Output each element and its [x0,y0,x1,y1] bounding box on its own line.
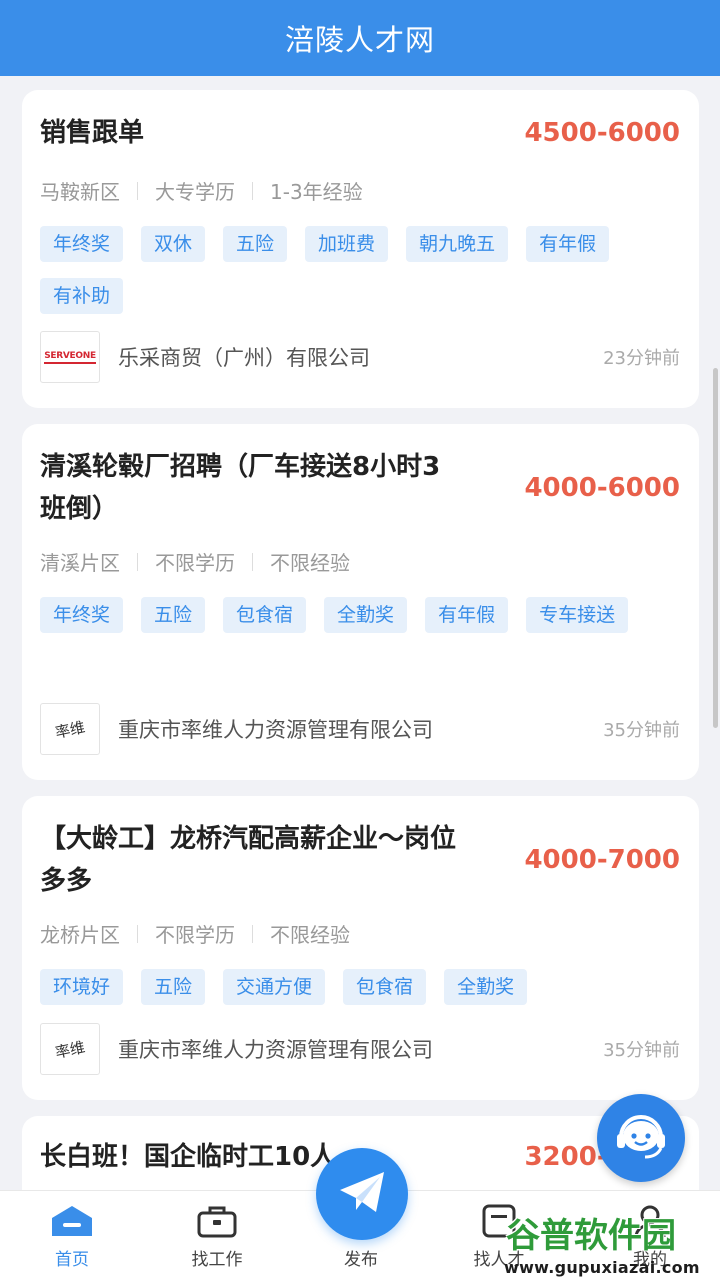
divider [252,552,253,571]
job-tag: 年终奖 [40,226,124,262]
job-tag: 全勤奖 [324,597,408,633]
divider [252,924,253,943]
app-header: 涪陵人才网 [0,0,720,76]
customer-service-button[interactable] [597,1094,685,1182]
company-logo-text: 率维 [53,717,87,742]
publish-button[interactable] [316,1148,408,1240]
company-name[interactable]: 重庆市率维人力资源管理有限公司 [118,1034,603,1064]
job-education: 大专学历 [155,180,235,204]
job-tags: 年终奖 五险 包食宿 全勤奖 有年假 专车接送 [40,597,680,633]
job-card[interactable]: 清溪轮毂厂招聘（厂车接送8小时3班倒） 4000-6000 清溪片区 不限学历 … [22,424,699,780]
job-title[interactable]: 销售跟单 [40,112,460,154]
job-tag: 五险 [141,969,206,1005]
tab-label: 发布 [344,1250,378,1270]
scrollbar[interactable] [713,368,718,728]
job-meta: 马鞍新区 大专学历 1-3年经验 [40,176,363,205]
divider [137,924,138,943]
job-tag: 环境好 [40,969,124,1005]
job-experience: 不限经验 [270,551,350,575]
company-name[interactable]: 乐采商贸（广州）有限公司 [118,342,603,372]
company-row[interactable]: 率维 重庆市率维人力资源管理有限公司 35分钟前 [40,703,680,755]
job-tags: 年终奖 双休 五险 加班费 朝九晚五 有年假 有补助 [40,226,680,314]
divider [252,181,253,200]
job-tag: 加班费 [305,226,389,262]
job-tag: 包食宿 [223,597,307,633]
job-education: 不限学历 [155,923,235,947]
company-logo-text: SERVEONE [44,351,96,364]
tab-home[interactable]: 首页 [22,1191,122,1280]
job-title[interactable]: 清溪轮毂厂招聘（厂车接送8小时3班倒） [40,446,460,530]
job-experience: 不限经验 [270,923,350,947]
watermark: 谷普软件园 www.gupuxiazai.com [500,1202,720,1280]
job-location: 马鞍新区 [40,180,120,204]
job-education: 不限学历 [155,551,235,575]
job-salary: 4500-6000 [524,118,680,148]
job-salary: 4000-6000 [524,473,680,503]
job-tag: 全勤奖 [444,969,528,1005]
job-list[interactable]: 销售跟单 4500-6000 马鞍新区 大专学历 1-3年经验 年终奖 双休 五… [0,90,720,1190]
job-tag: 有补助 [40,278,124,314]
job-card[interactable]: 销售跟单 4500-6000 马鞍新区 大专学历 1-3年经验 年终奖 双休 五… [22,90,699,408]
tab-find-job[interactable]: 找工作 [167,1191,267,1280]
divider [137,181,138,200]
job-tag: 双休 [141,226,206,262]
job-tag: 年终奖 [40,597,124,633]
job-tag: 交通方便 [223,969,326,1005]
company-row[interactable]: 率维 重庆市率维人力资源管理有限公司 35分钟前 [40,1023,680,1075]
tab-label: 首页 [55,1250,89,1270]
job-meta: 龙桥片区 不限学历 不限经验 [40,919,350,948]
company-logo: SERVEONE [40,331,100,383]
post-time: 23分钟前 [603,348,680,369]
job-tag: 包食宿 [343,969,427,1005]
job-tag: 专车接送 [526,597,629,633]
job-location: 清溪片区 [40,551,120,575]
job-card-header: 销售跟单 4500-6000 [40,112,680,154]
watermark-url: www.gupuxiazai.com [504,1258,700,1277]
divider [137,552,138,571]
home-icon [50,1203,94,1239]
watermark-title: 谷普软件园 [506,1216,676,1256]
job-tag: 有年假 [526,226,610,262]
post-time: 35分钟前 [603,720,680,741]
job-location: 龙桥片区 [40,923,120,947]
job-tag: 五险 [141,597,206,633]
job-tag: 朝九晚五 [406,226,509,262]
job-tag: 五险 [223,226,288,262]
company-logo: 率维 [40,1023,100,1075]
post-time: 35分钟前 [603,1040,680,1061]
headset-icon [612,1107,670,1169]
page-title: 涪陵人才网 [284,23,435,57]
job-card-header: 【大龄工】龙桥汽配高薪企业～岗位多多 4000-7000 [40,818,680,902]
job-card[interactable]: 【大龄工】龙桥汽配高薪企业～岗位多多 4000-7000 龙桥片区 不限学历 不… [22,796,699,1100]
company-logo: 率维 [40,703,100,755]
company-logo-text: 率维 [53,1037,87,1062]
tab-label: 找工作 [191,1250,243,1270]
company-name[interactable]: 重庆市率维人力资源管理有限公司 [118,714,603,744]
job-title[interactable]: 【大龄工】龙桥汽配高薪企业～岗位多多 [40,818,460,902]
company-row[interactable]: SERVEONE 乐采商贸（广州）有限公司 23分钟前 [40,331,680,383]
job-experience: 1-3年经验 [270,180,363,204]
job-card-header: 清溪轮毂厂招聘（厂车接送8小时3班倒） 4000-6000 [40,446,680,530]
briefcase-icon [197,1203,237,1239]
job-meta: 清溪片区 不限学历 不限经验 [40,547,350,576]
paper-plane-icon [336,1166,388,1222]
job-tags: 环境好 五险 交通方便 包食宿 全勤奖 [40,969,680,1005]
job-salary: 4000-7000 [524,845,680,875]
job-tag: 有年假 [425,597,509,633]
